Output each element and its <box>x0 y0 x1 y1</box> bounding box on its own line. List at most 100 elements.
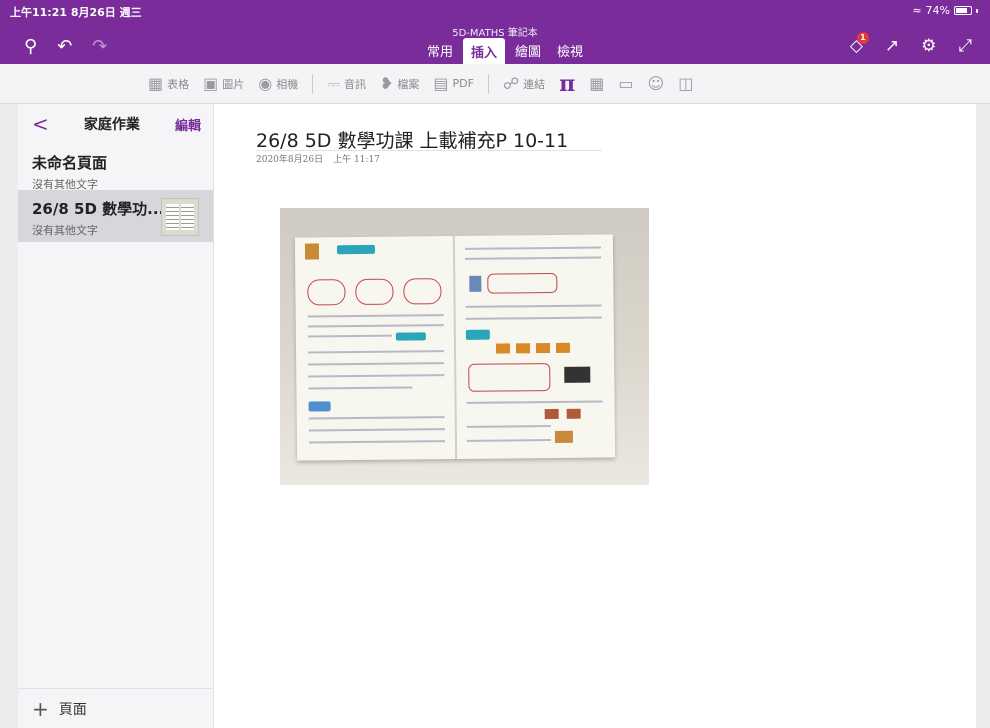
wifi-icon: ≈ <box>912 4 922 17</box>
toolbar-divider <box>312 73 314 94</box>
workbook-right-page <box>457 238 611 454</box>
back-chevron-icon[interactable]: < <box>32 112 49 136</box>
calendar-icon: ▦ <box>589 74 605 93</box>
add-page-label: 頁面 <box>58 701 87 718</box>
page-time-value: 上午 11:17 <box>333 155 380 165</box>
answer-oval <box>403 278 442 305</box>
gear-icon[interactable]: ⚙ <box>921 36 936 56</box>
insert-table-button[interactable]: ▦ 表格 <box>148 74 189 93</box>
paperclip-icon: ❥ <box>380 74 394 93</box>
smiley-icon: ☺ <box>647 74 665 93</box>
camera-icon: ◉ <box>258 74 273 93</box>
radio-picture <box>566 408 581 419</box>
notebook-title: 5D-MATHS 筆記本 <box>452 28 538 39</box>
price-tag <box>535 343 551 354</box>
pi-icon: π <box>559 70 576 97</box>
edit-button[interactable]: 編輯 <box>175 115 201 134</box>
text-line <box>308 386 413 390</box>
notebook-icon: ◫ <box>678 74 694 93</box>
insert-date-button[interactable]: ▦ <box>589 74 604 93</box>
battery-icon <box>954 6 972 15</box>
bell-icon[interactable]: ◇ 1 <box>850 32 869 56</box>
status-right: ≈ 74% <box>912 4 978 17</box>
insert-notebook-button[interactable]: ◫ <box>678 74 693 93</box>
microphone-icon: ⎓ <box>327 73 340 93</box>
page-item-title: 未命名頁面 <box>32 154 108 172</box>
picture-icon: ▣ <box>203 74 219 93</box>
text-line <box>308 428 445 432</box>
answer-box <box>468 363 551 392</box>
open-workbook <box>294 234 616 461</box>
price-tag <box>515 343 531 354</box>
text-line <box>465 316 602 320</box>
battery-cap <box>976 8 978 13</box>
insert-picture-button[interactable]: ▣ 圖片 <box>203 74 244 93</box>
add-page-button[interactable]: + 頁面 <box>18 688 213 728</box>
audio-label: 音訊 <box>344 77 366 91</box>
app-header: 上午11:21 8月26日 週三 ≈ 74% 5D-MATHS 筆記本 ⚲ ↶ … <box>0 0 990 67</box>
table-icon: ▦ <box>148 74 164 93</box>
page-item-math-homework[interactable]: 26/8 5D 數學功... 沒有其他文字 <box>18 190 213 242</box>
mascot <box>304 243 320 260</box>
page-date: 2020年8月26日 上午 11:17 <box>256 152 380 165</box>
pdf-icon: ▤ <box>433 74 449 93</box>
tab-view[interactable]: 檢視 <box>551 38 589 67</box>
toolbar-divider <box>487 73 489 94</box>
insert-sticker-button[interactable]: ☺ <box>648 74 665 93</box>
page-edge <box>976 104 990 728</box>
insert-pdf-button[interactable]: ▤ PDF <box>433 74 474 93</box>
section-title: 家庭作業 <box>83 117 140 133</box>
ribbon-tabs: 常用 插入 繪圖 檢視 <box>0 38 990 67</box>
text-line <box>466 400 603 404</box>
answer-oval <box>355 278 394 306</box>
answer-badge <box>395 332 426 341</box>
price-tag <box>555 342 571 353</box>
laptop-picture <box>564 366 591 383</box>
insert-toolbar: ▦ 表格 ▣ 圖片 ◉ 相機 ⎓ 音訊 ❥ 檔案 ▤ PDF ☍ 連結 π ▦ ▭ ☺ ◫ <box>0 64 990 104</box>
insert-equation-button[interactable]: π <box>559 71 575 97</box>
radio-picture <box>544 408 559 420</box>
status-time: 上午11:21 8月26日 週三 <box>10 6 142 19</box>
share-icon[interactable]: ↗ <box>885 36 899 56</box>
tab-home[interactable]: 常用 <box>421 38 459 67</box>
insert-meeting-button[interactable]: ▭ <box>618 74 633 93</box>
page-canvas[interactable]: 26/8 5D 數學功課 上載補充P 10-11 2020年8月26日 上午 11… <box>214 104 976 728</box>
page-title[interactable]: 26/8 5D 數學功課 上載補充P 10-11 <box>256 126 568 153</box>
price-tag <box>495 343 511 354</box>
page-item-untitled[interactable]: 未命名頁面 沒有其他文字 <box>18 144 213 191</box>
section-edge <box>0 104 18 728</box>
text-line <box>308 374 445 378</box>
text-line <box>307 314 444 318</box>
tab-draw[interactable]: 繪圖 <box>509 38 547 67</box>
tab-insert[interactable]: 插入 <box>462 38 505 67</box>
homework-photo[interactable] <box>280 208 649 485</box>
expand-icon[interactable]: ⤢ <box>958 36 972 56</box>
text-line <box>307 324 444 328</box>
character <box>469 275 482 292</box>
text-line <box>307 334 392 338</box>
battery-percent: 74% <box>925 4 950 17</box>
speech-box <box>487 272 558 294</box>
title-underline <box>256 150 602 151</box>
text-line <box>465 256 602 260</box>
page-list-sidebar: < 家庭作業 編輯 未命名頁面 沒有其他文字 26/8 5D 數學功... 沒有… <box>18 104 214 728</box>
insert-file-button[interactable]: ❥ 檔案 <box>380 74 419 93</box>
text-line <box>308 440 445 444</box>
insert-camera-button[interactable]: ◉ 相機 <box>258 74 298 93</box>
page-header-badge <box>336 244 376 255</box>
plus-icon: + <box>32 696 49 721</box>
link-icon: ☍ <box>502 74 520 93</box>
insert-audio-button[interactable]: ⎓ 音訊 <box>327 74 366 94</box>
meeting-calendar-icon: ▭ <box>618 74 634 93</box>
text-line <box>308 362 445 366</box>
pdf-label: PDF <box>452 77 474 90</box>
answer-oval <box>307 279 346 306</box>
link-label: 連結 <box>523 77 546 91</box>
sidebar-header: < 家庭作業 編輯 <box>18 104 213 144</box>
onenote-screen: 上午11:21 8月26日 週三 ≈ 74% 5D-MATHS 筆記本 ⚲ ↶ … <box>0 0 990 728</box>
workbook-left-page <box>299 240 453 456</box>
gift-picture <box>554 430 574 443</box>
text-line <box>464 246 601 250</box>
insert-link-button[interactable]: ☍ 連結 <box>503 74 545 93</box>
text-line <box>308 416 445 420</box>
